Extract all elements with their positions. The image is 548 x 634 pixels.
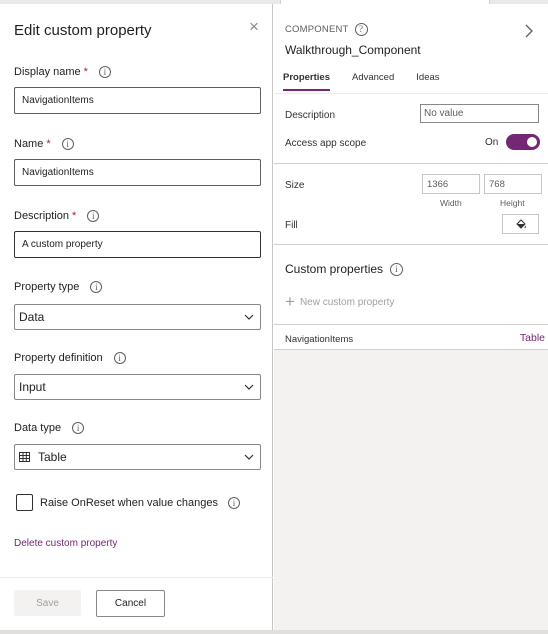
width-input[interactable]: 1366	[422, 174, 480, 194]
bottom-bar	[0, 630, 548, 634]
height-input[interactable]: 768	[484, 174, 542, 194]
description-label: Description * i	[14, 210, 100, 222]
property-type-label-text: Property type	[14, 281, 80, 293]
info-icon[interactable]: i	[87, 210, 100, 222]
access-app-scope-state: On	[485, 137, 499, 148]
property-definition-dropdown[interactable]: Input	[14, 374, 261, 400]
property-type-value: Data	[19, 310, 45, 324]
panel-title: Edit custom property	[14, 22, 152, 39]
required-marker: *	[46, 138, 51, 150]
custom-properties-title: Custom properties	[285, 262, 384, 276]
data-type-label-text: Data type	[14, 422, 62, 434]
info-icon[interactable]: i	[90, 281, 103, 293]
component-section-label: COMPONENT ?	[285, 23, 368, 36]
display-name-input[interactable]: NavigationItems	[14, 87, 261, 114]
new-custom-property-button[interactable]: + New custom property	[285, 292, 395, 311]
toggle-knob	[527, 137, 537, 147]
footer-divider	[0, 577, 273, 578]
data-type-dropdown[interactable]: Table	[14, 444, 261, 470]
name-label-text: Name	[14, 138, 44, 150]
chevron-down-icon	[244, 314, 254, 320]
property-definition-value: Input	[19, 380, 46, 394]
info-icon[interactable]: i	[61, 138, 74, 150]
info-icon[interactable]: i	[98, 66, 111, 78]
tab-ideas[interactable]: Ideas	[416, 72, 439, 91]
property-definition-label-text: Property definition	[14, 352, 103, 364]
custom-property-row[interactable]: NavigationItems Table	[274, 324, 548, 350]
tab-list: Properties Advanced Ideas	[283, 72, 462, 91]
chevron-down-icon	[244, 384, 254, 390]
plus-icon: +	[285, 292, 295, 311]
tab-properties[interactable]: Properties	[283, 72, 330, 91]
info-icon[interactable]: i	[72, 422, 85, 434]
component-name: Walkthrough_Component	[285, 43, 421, 57]
property-type-dropdown[interactable]: Data	[14, 304, 261, 330]
chevron-right-icon[interactable]	[524, 24, 534, 38]
component-label-text: COMPONENT	[285, 24, 349, 35]
description-input[interactable]: A custom property	[14, 231, 261, 258]
paint-bucket-icon	[515, 219, 526, 229]
edit-custom-property-panel: Edit custom property × Display name * i …	[0, 4, 273, 630]
tab-advanced[interactable]: Advanced	[352, 72, 394, 91]
fill-label: Fill	[285, 220, 298, 231]
raise-onreset-row: Raise OnReset when value changes i	[16, 494, 240, 511]
custom-properties-heading: Custom properties i	[285, 262, 404, 276]
access-app-scope-label: Access app scope	[285, 138, 367, 149]
properties-area: COMPONENT ? Walkthrough_Component Proper…	[274, 4, 548, 350]
name-input[interactable]: NavigationItems	[14, 159, 261, 186]
custom-property-name: NavigationItems	[285, 334, 354, 345]
delete-custom-property-link[interactable]: Delete custom property	[14, 538, 117, 549]
display-name-label: Display name * i	[14, 66, 111, 78]
raise-onreset-checkbox[interactable]	[16, 494, 33, 511]
tabs-divider	[274, 93, 548, 94]
info-icon[interactable]: i	[227, 496, 240, 509]
name-label: Name * i	[14, 138, 74, 150]
save-button[interactable]: Save	[14, 590, 81, 616]
raise-onreset-label: Raise OnReset when value changes	[40, 496, 218, 509]
access-app-scope-toggle[interactable]	[506, 134, 540, 150]
chevron-down-icon	[244, 454, 254, 460]
required-marker: *	[72, 210, 77, 222]
display-name-label-text: Display name	[14, 66, 81, 78]
data-type-value: Table	[38, 450, 67, 464]
height-caption: Height	[500, 198, 525, 208]
property-type-label: Property type i	[14, 281, 103, 293]
required-marker: *	[83, 66, 88, 78]
description-label-text: Description	[14, 210, 70, 222]
new-custom-property-label: New custom property	[299, 296, 395, 308]
help-icon[interactable]: ?	[354, 23, 368, 36]
section-divider	[274, 163, 548, 164]
fill-color-button[interactable]	[502, 214, 539, 234]
custom-property-type: Table	[519, 332, 545, 344]
table-icon	[19, 452, 30, 462]
cancel-button[interactable]: Cancel	[96, 590, 165, 617]
width-caption: Width	[440, 198, 462, 208]
info-icon[interactable]: i	[390, 262, 404, 276]
size-label: Size	[285, 180, 305, 191]
description-row-label: Description	[285, 110, 336, 121]
info-icon[interactable]: i	[113, 352, 126, 364]
component-properties-pane: COMPONENT ? Walkthrough_Component Proper…	[274, 4, 548, 630]
section-divider	[274, 244, 548, 245]
close-icon[interactable]: ×	[246, 18, 262, 35]
data-type-label: Data type i	[14, 422, 85, 434]
property-definition-label: Property definition i	[14, 352, 126, 364]
component-description-input[interactable]: No value	[420, 104, 539, 123]
